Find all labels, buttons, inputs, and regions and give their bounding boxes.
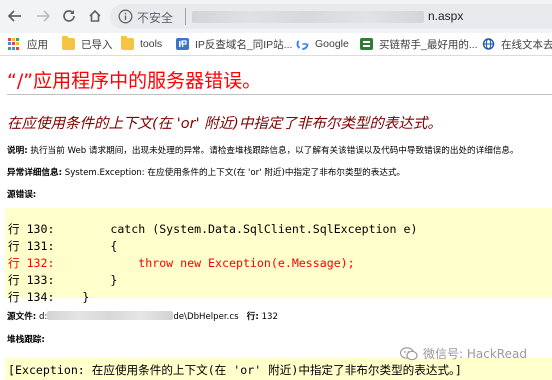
code-line: 行 134: }	[8, 290, 90, 304]
back-arrow-icon	[8, 10, 21, 22]
info-icon[interactable]	[118, 9, 133, 24]
code-line-highlighted: 行 132: throw new Exception(e.Message);	[8, 256, 355, 270]
ip-site-icon	[176, 38, 189, 50]
address-bar[interactable]: 不安全 n.aspx	[110, 4, 552, 29]
source-file-prefix: d:	[38, 312, 48, 322]
stack-trace-heading: 堆栈跟踪:	[7, 333, 45, 345]
description-text: 执行当前 Web 请求期间，出现未处理的异常。请检查堆栈跟踪信息，以了解有关该错…	[30, 146, 519, 156]
bookmark-label: IP反查域名_同IP站...	[195, 38, 293, 51]
folder-icon	[121, 36, 134, 50]
description-label: 说明:	[7, 146, 28, 156]
bookmark-dedupe[interactable]: 在线文本去重	[482, 36, 552, 52]
folder-icon	[62, 36, 75, 50]
stack-trace-text: [Exception: 在应使用条件的上下文(在 'or' 附近)中指定了非布尔…	[8, 363, 462, 377]
forward-arrow-icon	[37, 10, 50, 22]
browser-toolbar: 不安全 n.aspx	[0, 0, 552, 33]
back-button[interactable]	[4, 5, 26, 27]
exception-label: 异常详细信息:	[7, 168, 62, 178]
source-file-suffix: de\DbHelper.cs	[173, 312, 239, 322]
page-title: “/”应用程序中的服务器错误。	[7, 70, 262, 92]
title-divider	[7, 94, 552, 95]
redacted-url	[192, 11, 424, 23]
globe-icon	[482, 38, 495, 50]
link-site-icon	[360, 38, 373, 50]
bookmark-label: 买链帮手_最好用的...	[379, 38, 478, 51]
source-error-heading: 源错误:	[7, 188, 36, 200]
code-line: 行 131: {	[8, 239, 118, 253]
google-icon	[296, 38, 309, 50]
bookmark-tools[interactable]: tools	[121, 36, 162, 52]
bookmark-label: tools	[140, 38, 163, 50]
stack-trace-label: 堆栈跟踪:	[7, 335, 45, 345]
bookmark-google[interactable]: Google	[296, 36, 349, 52]
reload-button[interactable]	[58, 5, 80, 27]
source-code-block: 行 130: catch (System.Data.SqlClient.SqlE…	[5, 208, 552, 304]
security-label: 不安全	[137, 11, 174, 25]
forward-button[interactable]	[32, 5, 54, 27]
error-page: “/”应用程序中的服务器错误。 在应使用条件的上下文(在 'or' 附近)中指定…	[0, 56, 552, 380]
apps-icon	[8, 38, 21, 50]
source-file-label: 源文件:	[7, 312, 37, 322]
line-number: 132	[261, 312, 278, 322]
url-text: n.aspx	[428, 9, 464, 23]
description-row: 说明: 执行当前 Web 请求期间，出现未处理的异常。请检查堆栈跟踪信息，以了解…	[7, 144, 519, 156]
bookmark-ip-lookup[interactable]: IP反查域名_同IP站...	[176, 36, 292, 52]
source-error-label: 源错误:	[7, 190, 37, 200]
bookmark-imported[interactable]: 已导入	[62, 36, 113, 52]
exception-text: System.Exception: 在应使用条件的上下文(在 'or' 附近)中…	[64, 168, 406, 178]
home-icon	[89, 9, 101, 22]
code-line: 行 130: catch (System.Data.SqlClient.SqlE…	[8, 222, 418, 236]
watermark-text: 微信号: HackRead	[423, 347, 527, 361]
reload-icon	[63, 10, 75, 22]
wechat-icon	[400, 346, 418, 360]
wechat-watermark: 微信号: HackRead	[400, 345, 527, 362]
error-message: 在应使用条件的上下文(在 'or' 附近)中指定了非布尔类型的表达式。	[7, 116, 442, 132]
code-line: 行 133: }	[8, 273, 118, 287]
bookmark-apps[interactable]: 应用	[8, 36, 48, 52]
omnibox-divider	[185, 8, 186, 25]
bookmark-label: 在线文本去重	[501, 38, 552, 51]
redacted-path	[47, 311, 174, 320]
bookmark-link-helper[interactable]: 买链帮手_最好用的...	[360, 36, 478, 52]
line-label: 行:	[246, 312, 259, 322]
exception-row: 异常详细信息: System.Exception: 在应使用条件的上下文(在 '…	[7, 166, 405, 178]
bookmark-label: 已导入	[81, 38, 113, 51]
bookmark-label: Google	[315, 38, 349, 50]
bookmarks-bar: 应用 已导入 tools IP反查域名_同IP站... Google 买链帮手_…	[0, 33, 552, 56]
bookmark-label: 应用	[27, 38, 48, 51]
source-file-row: 源文件: d: de\DbHelper.cs 行: 132	[7, 310, 278, 322]
home-button[interactable]	[84, 5, 106, 27]
